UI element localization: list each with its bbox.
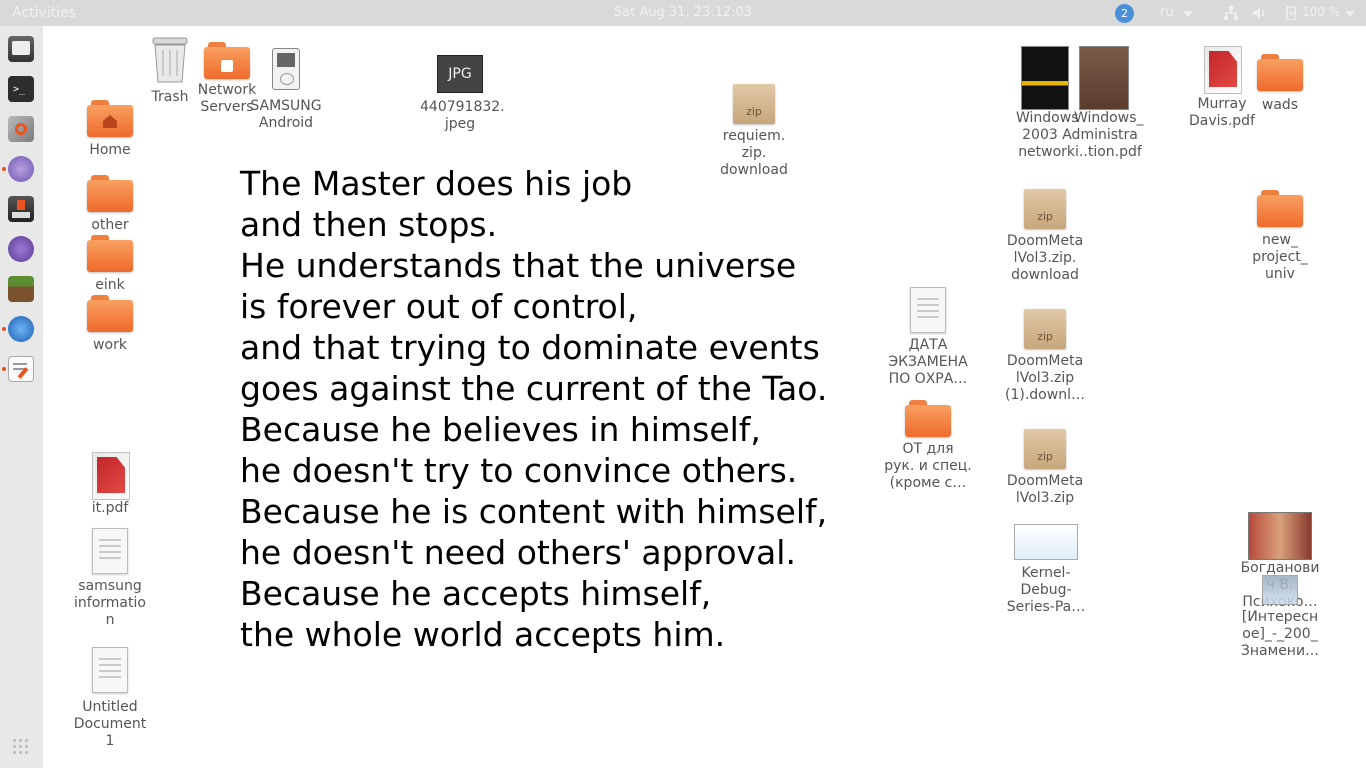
quote-line: Because he is content with himself, <box>240 492 828 531</box>
top-bar: Activities Sat Aug 31, 23:12:03 2 ru 100… <box>0 0 1366 26</box>
ot-folder-item[interactable]: ОТ для рук. и спец. (кроме с… <box>884 400 972 492</box>
home-folder-item[interactable]: Home <box>80 100 140 159</box>
doom-zip-1-download-item[interactable]: zip DoomMeta lVol3.zip (1).downl… <box>1004 309 1086 404</box>
kernel-debug-item[interactable]: Kernel- Debug- Series-Pa… <box>1004 524 1088 616</box>
terminal-icon[interactable]: >_ <box>8 76 34 102</box>
image-thumbnail-icon <box>1262 575 1298 605</box>
untitled-document-item[interactable]: Untitled Document 1 <box>70 647 150 750</box>
interesting-item[interactable]: [Интересн ое]_-_200_ Знамени… <box>1238 575 1322 660</box>
quote-line: he doesn't try to convince others. <box>240 451 798 490</box>
folder-icon <box>1257 54 1303 92</box>
samsung-information-item[interactable]: samsung informatio n <box>70 528 150 629</box>
media-player-icon <box>272 48 300 90</box>
quote-line: The Master does his job <box>240 164 633 203</box>
network-servers-item[interactable]: Network Servers <box>196 42 258 116</box>
doom-zip-item[interactable]: zip DoomMeta lVol3.zip <box>1004 429 1086 507</box>
folder-icon <box>87 295 133 333</box>
quote-line: he doesn't need others' approval. <box>240 533 796 572</box>
new-project-folder-item[interactable]: new_ project_ univ <box>1250 190 1310 283</box>
running-indicator <box>2 367 6 371</box>
text-document-icon <box>92 528 128 574</box>
installer-icon[interactable] <box>8 196 34 222</box>
windows-books-item[interactable]: Windows Windows_ 2003 Administra network… <box>1010 46 1150 161</box>
samsung-android-item[interactable]: SAMSUNG Android <box>250 48 322 132</box>
pdf-icon <box>1204 46 1242 94</box>
trash-icon <box>152 37 188 83</box>
pdf-icon <box>92 452 130 500</box>
volume-icon[interactable] <box>1252 6 1266 20</box>
folder-icon <box>905 400 951 438</box>
settings-icon[interactable] <box>8 116 34 142</box>
desktop-quote-text: The Master does his job and then stops. … <box>240 163 827 655</box>
battery-icon[interactable] <box>1284 6 1298 20</box>
quote-line: is forever out of control, <box>240 287 638 326</box>
other-folder-item[interactable]: other <box>80 175 140 234</box>
quote-line: the whole world accepts him. <box>240 615 726 654</box>
archive-icon: zip <box>1024 189 1066 229</box>
doom-zip-download-item[interactable]: zip DoomMeta lVol3.zip. download <box>1004 189 1086 284</box>
dock: >_ <box>0 26 43 768</box>
it-pdf-item[interactable]: it.pdf <box>80 452 140 517</box>
network-folder-icon <box>204 42 250 82</box>
text-editor-icon[interactable] <box>8 356 34 382</box>
quote-line: and that trying to dominate events <box>240 328 820 367</box>
text-document-icon <box>910 287 946 333</box>
folder-icon <box>87 175 133 213</box>
notification-badge[interactable]: 2 <box>1115 4 1134 23</box>
folder-icon <box>87 235 133 273</box>
image-file-icon: JPG <box>437 55 483 93</box>
running-indicator <box>2 167 6 171</box>
battery-percentage: 100 % <box>1302 5 1341 19</box>
chevron-down-icon <box>1183 11 1193 17</box>
pidgin-icon[interactable] <box>8 156 34 182</box>
book-cover-icon <box>1248 512 1312 560</box>
chevron-down-icon <box>1345 11 1355 17</box>
messenger-icon[interactable] <box>8 236 34 262</box>
archive-icon: zip <box>1024 309 1066 349</box>
quote-line: He understands that the universe <box>240 246 797 285</box>
murray-davis-pdf-item[interactable]: Murray Davis.pdf <box>1185 46 1259 130</box>
minecraft-icon[interactable] <box>8 276 34 302</box>
network-icon[interactable] <box>1224 6 1238 20</box>
quote-line: Because he accepts himself, <box>240 574 712 613</box>
book-cover-icon <box>1021 46 1069 110</box>
running-indicator <box>2 327 6 331</box>
files-app-icon[interactable] <box>8 36 34 62</box>
work-folder-item[interactable]: work <box>80 295 140 354</box>
trash-item[interactable]: Trash <box>145 36 195 106</box>
language-indicator[interactable]: ru <box>1160 5 1174 20</box>
eink-folder-item[interactable]: eink <box>80 235 140 294</box>
thunderbird-icon[interactable] <box>8 316 34 342</box>
book-cover-icon <box>1079 46 1129 110</box>
document-thumbnail-icon <box>1014 524 1078 560</box>
archive-icon: zip <box>733 84 775 124</box>
text-document-icon <box>92 647 128 693</box>
folder-icon <box>1257 190 1303 228</box>
wads-folder-item[interactable]: wads <box>1250 54 1310 114</box>
show-applications-icon[interactable] <box>13 739 29 755</box>
quote-line: and then stops. <box>240 205 498 244</box>
home-folder-icon <box>87 100 133 138</box>
quote-line: Because he believes in himself, <box>240 410 761 449</box>
archive-icon: zip <box>1024 429 1066 469</box>
jpeg-file-item[interactable]: JPG 440791832. jpeg <box>420 55 505 133</box>
quote-line: goes against the current of the Tao. <box>240 369 828 408</box>
data-exam-document-item[interactable]: ДАТА ЭКЗАМЕНА ПО ОХРА… <box>886 287 970 388</box>
